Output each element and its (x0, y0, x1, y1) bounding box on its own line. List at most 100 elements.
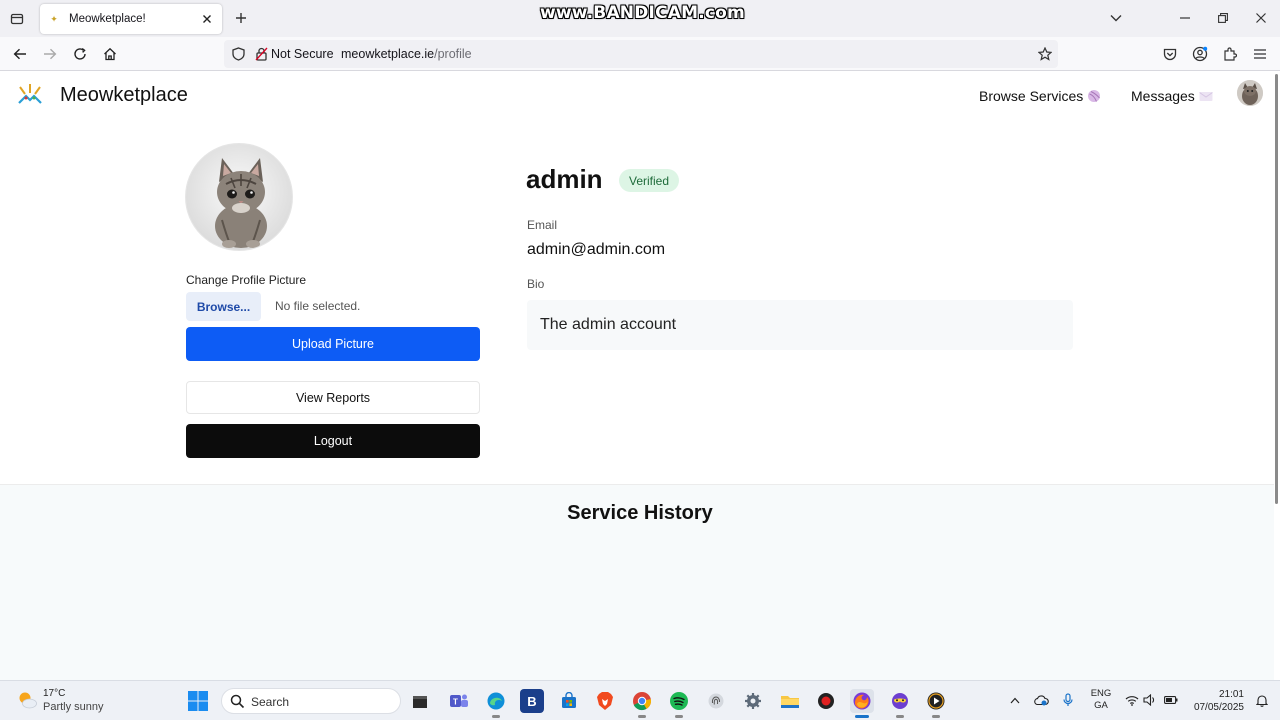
fingerprint-icon[interactable] (704, 689, 728, 713)
tab-list-icon[interactable] (6, 8, 28, 30)
browser-tab-bar: ✦ Meowketplace! www.BANDICAM.com (0, 0, 1280, 37)
not-secure-label: Not Secure (271, 47, 334, 61)
profile-picture (186, 144, 292, 250)
url-path: /profile (434, 47, 472, 61)
view-reports-button[interactable]: View Reports (186, 381, 480, 414)
weather-description[interactable]: Partly sunny (43, 701, 104, 713)
edge-icon[interactable] (484, 689, 508, 713)
account-icon[interactable] (1189, 43, 1211, 65)
back-icon[interactable] (9, 43, 31, 65)
forward-icon[interactable] (39, 43, 61, 65)
logout-button[interactable]: Logout (186, 424, 480, 458)
email-label: Email (527, 218, 558, 232)
file-explorer-dark-icon[interactable] (408, 689, 432, 713)
yarn-ball-icon (1088, 90, 1101, 102)
url-text[interactable]: meowketplace.ie/profile (341, 47, 472, 61)
tracking-protection-shield-icon[interactable] (229, 45, 247, 63)
onedrive-cloud-icon[interactable] (1033, 692, 1049, 708)
spotify-icon[interactable] (667, 689, 691, 713)
web-page: Meowketplace Browse Services Messages Ch… (0, 72, 1274, 680)
menu-hamburger-icon[interactable] (1249, 43, 1271, 65)
microphone-icon[interactable] (1060, 692, 1076, 708)
tab-title: Meowketplace! (69, 13, 146, 25)
system-clock[interactable]: 21:01 07/05/2025 (1190, 688, 1244, 714)
file-explorer-icon[interactable] (778, 689, 802, 713)
envelope-icon (1199, 92, 1213, 101)
clock-time: 21:01 (1218, 689, 1244, 700)
pocket-icon[interactable] (1159, 43, 1181, 65)
site-title[interactable]: Meowketplace (60, 84, 188, 107)
notification-bell-icon[interactable] (1254, 692, 1270, 708)
verified-badge: Verified (619, 169, 680, 192)
minimize-icon[interactable] (1174, 8, 1196, 28)
bio-box: The admin account (527, 300, 1073, 350)
home-icon[interactable] (99, 43, 121, 65)
tray-overflow-chevron-icon[interactable] (1007, 692, 1023, 708)
weather-temperature[interactable]: 17°C (43, 688, 65, 699)
tab-overflow-chevron-icon[interactable] (1105, 8, 1127, 28)
vpn-mask-icon[interactable] (888, 689, 912, 713)
battery-icon[interactable] (1163, 692, 1179, 708)
bio-text: The admin account (540, 316, 677, 333)
restore-icon[interactable] (1212, 8, 1234, 28)
close-tab-icon[interactable] (200, 12, 214, 26)
user-avatar[interactable] (1237, 80, 1263, 106)
extensions-icon[interactable] (1219, 43, 1241, 65)
svg-text:T: T (453, 698, 458, 707)
profile-username: admin (526, 164, 603, 194)
teams-icon[interactable]: T (447, 689, 471, 713)
scrollbar-thumb[interactable] (1275, 74, 1278, 504)
service-history-title: Service History (567, 502, 713, 524)
nav-browse-services-label: Browse Services (979, 88, 1084, 104)
bio-label: Bio (527, 277, 545, 291)
new-tab-icon[interactable] (232, 9, 250, 27)
insecure-lock-icon[interactable] (252, 45, 270, 63)
language-code: ENG (1090, 688, 1112, 699)
page-scrollbar[interactable] (1274, 72, 1280, 680)
address-bar[interactable]: Not Secure meowketplace.ie/profile (224, 40, 1058, 68)
running-app-indicator (896, 715, 904, 718)
browse-file-button[interactable]: Browse... (186, 292, 261, 321)
input-language[interactable]: ENG GA (1090, 688, 1112, 712)
b-app-icon[interactable]: B (520, 689, 544, 713)
change-picture-label: Change Profile Picture (186, 273, 307, 287)
media-player-icon[interactable] (924, 689, 948, 713)
browser-nav-bar: Not Secure meowketplace.ie/profile (0, 37, 1280, 71)
upload-picture-button[interactable]: Upload Picture (186, 327, 480, 361)
windows-start-icon[interactable] (187, 690, 209, 712)
nav-messages-label: Messages (1131, 88, 1195, 104)
wifi-icon[interactable] (1124, 692, 1140, 708)
record-icon[interactable] (814, 689, 838, 713)
running-app-indicator (638, 715, 646, 718)
email-value: admin@admin.com (527, 241, 666, 258)
bookmark-star-icon[interactable] (1036, 45, 1054, 63)
close-window-icon[interactable] (1250, 8, 1272, 28)
chrome-icon[interactable] (630, 689, 654, 713)
url-domain: meowketplace.ie (341, 47, 435, 61)
search-placeholder: Search (251, 695, 290, 709)
clock-date: 07/05/2025 (1193, 702, 1244, 713)
settings-icon[interactable] (741, 689, 765, 713)
firefox-icon[interactable] (850, 689, 874, 713)
keyboard-layout: GA (1094, 700, 1108, 711)
volume-icon[interactable] (1142, 692, 1158, 708)
store-icon[interactable] (557, 689, 581, 713)
running-app-indicator (932, 715, 940, 718)
svg-text:B: B (527, 694, 536, 708)
service-history-section: Service History (0, 484, 1274, 680)
site-favicon-icon: ✦ (50, 13, 58, 24)
reload-icon[interactable] (69, 43, 91, 65)
no-file-selected-text: No file selected. (275, 299, 361, 313)
weather-partly-sunny-icon[interactable] (16, 689, 38, 711)
site-logo-icon[interactable] (16, 81, 44, 109)
browser-tab[interactable]: ✦ Meowketplace! (40, 4, 222, 34)
brave-icon[interactable] (593, 689, 617, 713)
recording-watermark: www.BANDICAM.com (540, 3, 745, 23)
nav-messages-link[interactable]: Messages (1131, 88, 1213, 104)
nav-browse-services-link[interactable]: Browse Services (979, 88, 1101, 104)
running-app-indicator (675, 715, 683, 718)
search-icon (230, 694, 245, 709)
taskbar-search[interactable]: Search (221, 688, 401, 714)
windows-taskbar: 17°C Partly sunny Search T B ENG GA 21:0… (0, 680, 1280, 720)
running-app-indicator (492, 715, 500, 718)
